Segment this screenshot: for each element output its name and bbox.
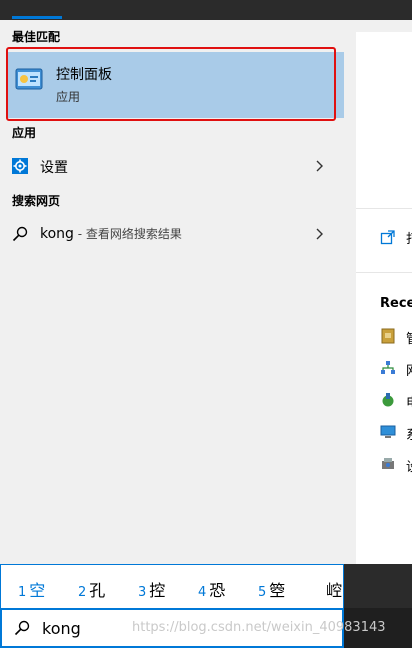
open-icon[interactable] (380, 229, 396, 245)
best-match-subtitle: 应用 (56, 90, 81, 104)
watermark-text: https://blog.csdn.net/weixin_40983143 (132, 620, 386, 635)
ime-candidate-1[interactable]: 1空 (18, 577, 45, 600)
search-icon (14, 620, 30, 636)
recent-network-icon[interactable] (380, 360, 396, 376)
top-bar (0, 0, 412, 20)
recent-power-icon[interactable] (380, 392, 396, 408)
web-search-label: kong - 查看网络搜索结果 (40, 225, 182, 242)
open-action-label[interactable]: 打 (406, 228, 412, 247)
ime-candidate-2[interactable]: 2孔 (78, 577, 105, 600)
recent-item-2-label[interactable]: 网 (406, 360, 412, 379)
best-match-control-panel[interactable]: 控制面板 应用 (7, 52, 344, 118)
recent-item-1-label[interactable]: 管 (406, 328, 412, 347)
ime-candidate-bar: 1空 2孔 3控 4恐 5箜 崆 (0, 564, 344, 608)
web-search-query: kong (40, 226, 74, 242)
search-icon (12, 226, 28, 242)
control-panel-icon (15, 68, 43, 90)
web-search-hint: - 查看网络搜索结果 (73, 227, 182, 241)
ime-candidate-6[interactable]: 崆 (326, 577, 342, 600)
best-match-heading: 最佳匹配 (12, 30, 61, 44)
ime-candidate-5[interactable]: 5箜 (258, 577, 285, 600)
web-search-heading: 搜索网页 (12, 194, 61, 208)
web-search-result[interactable]: kong - 查看网络搜索结果 (0, 218, 344, 250)
recent-item-3-label[interactable]: 电 (406, 392, 412, 411)
recent-item-5-label[interactable]: 设 (406, 456, 412, 475)
ime-candidate-3[interactable]: 3控 (138, 577, 165, 600)
active-tab-indicator (12, 16, 62, 19)
chevron-right-icon[interactable] (312, 226, 328, 242)
recent-admin-tools-icon[interactable] (380, 328, 396, 344)
settings-result[interactable]: 设置 (0, 150, 344, 182)
recent-system-icon[interactable] (380, 424, 396, 440)
chevron-right-icon[interactable] (312, 158, 328, 174)
apps-heading: 应用 (12, 126, 37, 140)
settings-label: 设置 (40, 160, 68, 176)
recent-heading: Recei (380, 296, 412, 311)
recent-devices-icon[interactable] (380, 456, 396, 472)
settings-gear-icon (12, 158, 28, 174)
best-match-title: 控制面板 (56, 67, 112, 83)
search-input-value[interactable]: kong (42, 619, 81, 638)
ime-candidate-4[interactable]: 4恐 (198, 577, 225, 600)
recent-item-4-label[interactable]: 系 (406, 424, 412, 443)
